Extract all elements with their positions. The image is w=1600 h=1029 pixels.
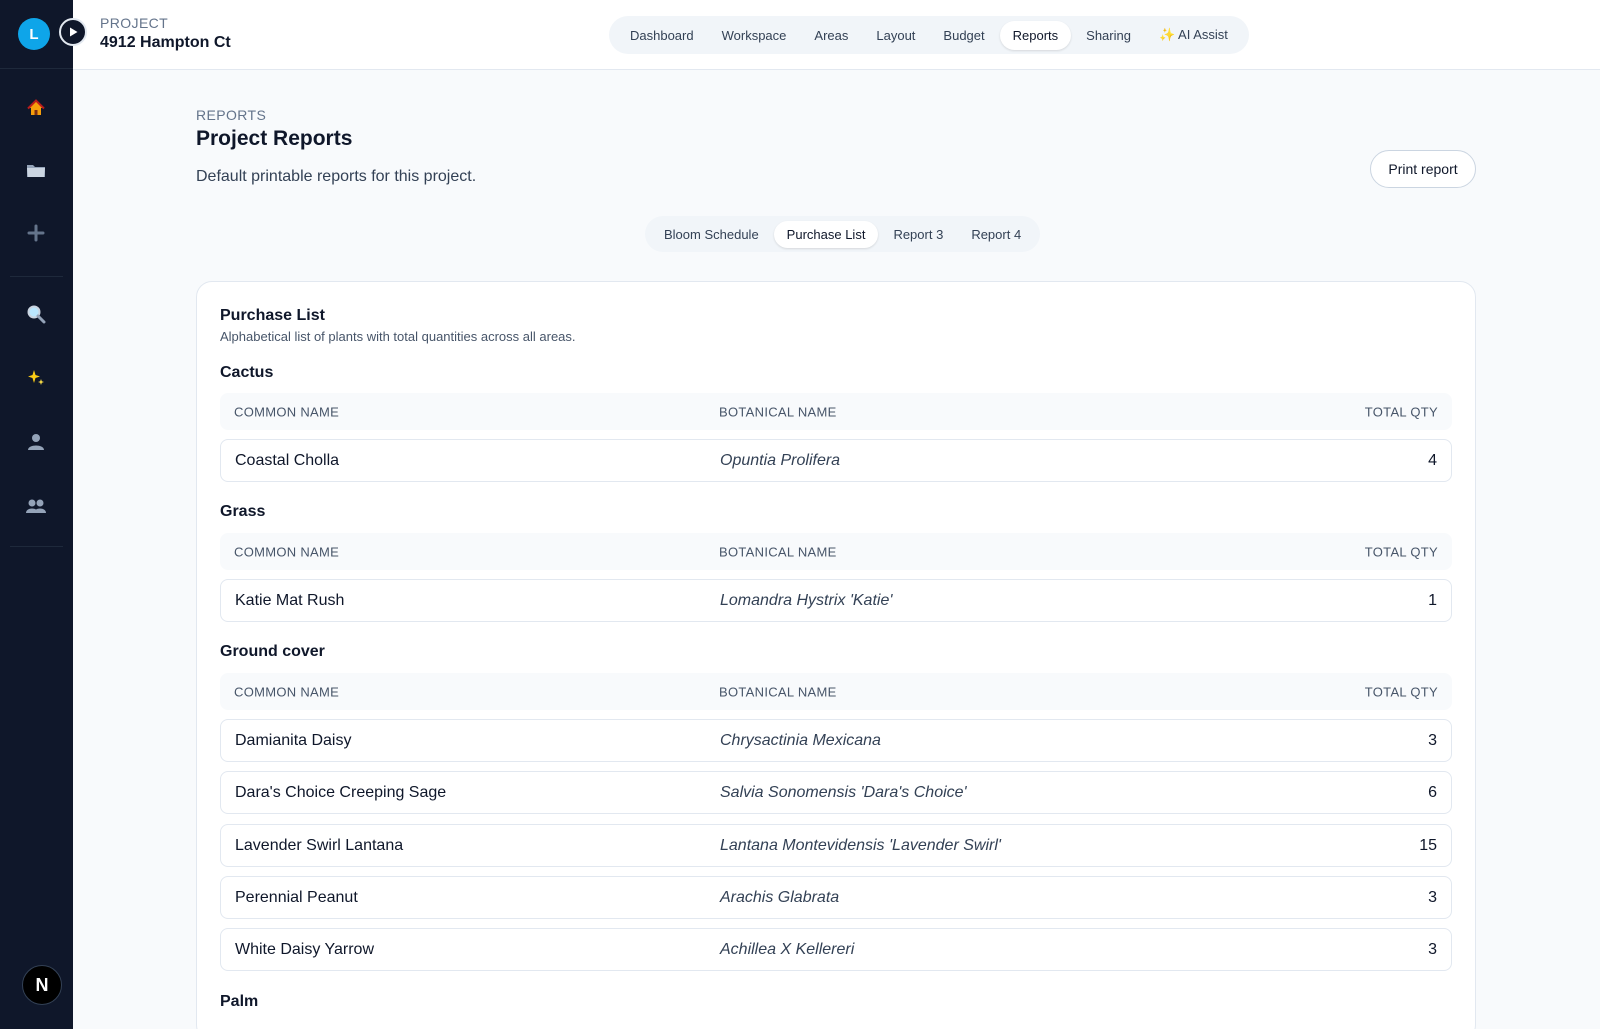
nav-reports[interactable]: Reports (999, 20, 1072, 50)
common-name-cell: Coastal Cholla (235, 451, 340, 469)
sidebar-divider (10, 276, 63, 277)
nav-workspace[interactable]: Workspace (709, 21, 800, 50)
nav-sharing[interactable]: Sharing (1073, 21, 1144, 50)
common-name-cell: Damianita Daisy (235, 731, 352, 749)
table-header: COMMON NAME BOTANICAL NAME TOTAL QTY (220, 533, 1452, 570)
botanical-name-cell: Lomandra Hystrix 'Katie' (720, 591, 893, 609)
botanical-name-cell: Achillea X Kellereri (720, 940, 855, 958)
play-icon (70, 27, 78, 37)
nav-ai-assist[interactable]: ✨ AI Assist (1146, 20, 1241, 50)
total-qty-cell: 3 (1428, 888, 1437, 906)
botanical-name-cell: Lantana Montevidensis 'Lavender Swirl' (720, 836, 1001, 854)
column-total-qty: TOTAL QTY (1364, 684, 1438, 699)
table-header: COMMON NAME BOTANICAL NAME TOTAL QTY (220, 673, 1452, 710)
report-description: Alphabetical list of plants with total q… (220, 329, 576, 344)
play-button[interactable] (59, 18, 87, 46)
column-total-qty: TOTAL QTY (1364, 544, 1438, 559)
column-common-name: COMMON NAME (234, 544, 340, 559)
nav-layout[interactable]: Layout (863, 21, 928, 50)
page-title: Project Reports (196, 127, 353, 150)
top-header: PROJECT 4912 Hampton Ct Dashboard Worksp… (73, 0, 1600, 70)
users-icon[interactable] (18, 488, 54, 524)
project-label: PROJECT (100, 15, 169, 31)
nav-areas[interactable]: Areas (801, 21, 861, 50)
framework-badge[interactable]: N (22, 965, 62, 1005)
search-icon[interactable] (18, 296, 54, 332)
page-description: Default printable reports for this proje… (196, 168, 477, 185)
group-title-cactus: Cactus (220, 364, 274, 381)
group-title-palm: Palm (220, 993, 259, 1010)
table-row: Coastal Cholla Opuntia Prolifera 4 (220, 439, 1452, 482)
common-name-cell: Katie Mat Rush (235, 591, 345, 609)
user-icon[interactable] (18, 424, 54, 460)
table-row: White Daisy Yarrow Achillea X Kellereri … (220, 928, 1452, 971)
print-report-button[interactable]: Print report (1370, 150, 1476, 188)
total-qty-cell: 3 (1428, 731, 1437, 749)
column-botanical-name: BOTANICAL NAME (719, 684, 837, 699)
sidebar: L N (0, 0, 73, 1029)
nav-dashboard[interactable]: Dashboard (617, 21, 707, 50)
total-qty-cell: 15 (1419, 836, 1437, 854)
column-botanical-name: BOTANICAL NAME (719, 404, 837, 419)
project-name: 4912 Hampton Ct (100, 34, 231, 51)
report-title: Purchase List (220, 307, 325, 324)
tab-report-3[interactable]: Report 3 (880, 221, 956, 248)
total-qty-cell: 1 (1428, 591, 1437, 609)
tab-report-4[interactable]: Report 4 (958, 221, 1034, 248)
table-row: Perennial Peanut Arachis Glabrata 3 (220, 876, 1452, 919)
table-header: COMMON NAME BOTANICAL NAME TOTAL QTY (220, 393, 1452, 430)
table-row: Lavender Swirl Lantana Lantana Montevide… (220, 824, 1452, 867)
botanical-name-cell: Chrysactinia Mexicana (720, 731, 881, 749)
common-name-cell: White Daisy Yarrow (235, 940, 374, 958)
total-qty-cell: 3 (1428, 940, 1437, 958)
nav-budget[interactable]: Budget (930, 21, 997, 50)
total-qty-cell: 6 (1428, 783, 1437, 801)
main-content: REPORTS Project Reports Default printabl… (73, 70, 1600, 1029)
botanical-name-cell: Opuntia Prolifera (720, 451, 841, 469)
home-icon[interactable] (18, 90, 54, 126)
report-tabs: Bloom Schedule Purchase List Report 3 Re… (645, 216, 1041, 252)
group-title-ground-cover: Ground cover (220, 643, 325, 660)
folder-icon[interactable] (18, 152, 54, 188)
botanical-name-cell: Arachis Glabrata (720, 888, 840, 906)
main-nav: Dashboard Workspace Areas Layout Budget … (609, 16, 1249, 54)
plus-icon[interactable] (18, 215, 54, 251)
common-name-cell: Lavender Swirl Lantana (235, 836, 404, 854)
group-title-grass: Grass (220, 503, 266, 520)
avatar[interactable]: L (18, 18, 50, 50)
section-label: REPORTS (196, 107, 267, 123)
tab-purchase-list[interactable]: Purchase List (773, 220, 879, 248)
tab-bloom-schedule[interactable]: Bloom Schedule (651, 221, 772, 248)
botanical-name-cell: Salvia Sonomensis 'Dara's Choice' (720, 783, 967, 801)
table-row: Dara's Choice Creeping Sage Salvia Sonom… (220, 771, 1452, 814)
sidebar-divider (10, 546, 63, 547)
column-common-name: COMMON NAME (234, 684, 340, 699)
common-name-cell: Perennial Peanut (235, 888, 358, 906)
column-common-name: COMMON NAME (234, 404, 340, 419)
table-row: Katie Mat Rush Lomandra Hystrix 'Katie' … (220, 579, 1452, 622)
common-name-cell: Dara's Choice Creeping Sage (235, 783, 447, 801)
table-row: Damianita Daisy Chrysactinia Mexicana 3 (220, 719, 1452, 762)
column-botanical-name: BOTANICAL NAME (719, 544, 837, 559)
column-total-qty: TOTAL QTY (1364, 404, 1438, 419)
total-qty-cell: 4 (1428, 451, 1437, 469)
sparkles-icon[interactable] (18, 360, 54, 396)
report-card: Purchase List Alphabetical list of plant… (196, 281, 1476, 1029)
